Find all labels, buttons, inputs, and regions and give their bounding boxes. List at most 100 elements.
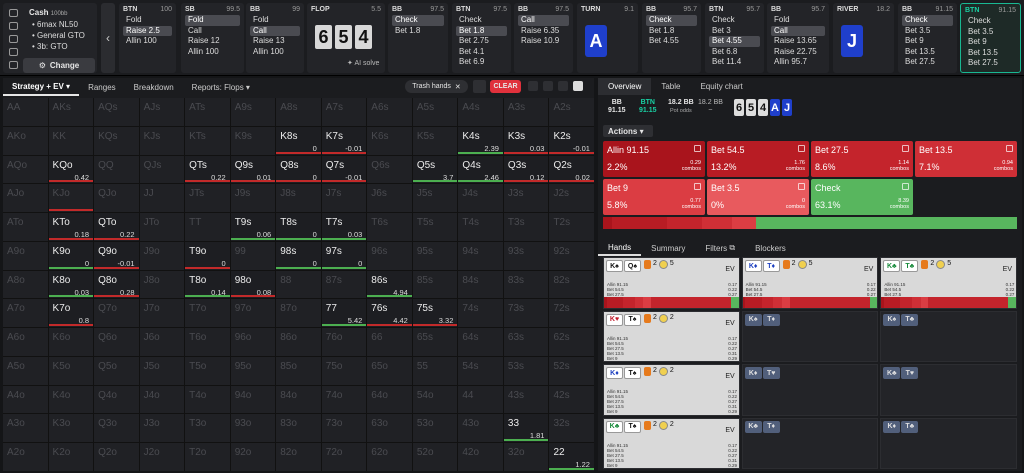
- action-option[interactable]: Bet 11.4: [709, 57, 760, 68]
- back-button[interactable]: ‹: [101, 3, 115, 73]
- hand-cell[interactable]: A3s: [503, 98, 549, 126]
- tab-overview[interactable]: Overview: [598, 78, 652, 95]
- info-icon[interactable]: [798, 145, 805, 152]
- hand-cell[interactable]: ATo: [3, 213, 48, 241]
- action-option[interactable]: Raise 6.35: [518, 26, 569, 37]
- hand-cell[interactable]: Q3o: [94, 414, 139, 443]
- hand-cell[interactable]: J7s: [321, 184, 367, 213]
- hand-cell[interactable]: T3s: [503, 213, 549, 241]
- hand-cell[interactable]: 77 5.42: [321, 299, 367, 328]
- action-option[interactable]: Allin 100: [185, 47, 240, 58]
- action-option[interactable]: Bet 3.5: [965, 27, 1016, 38]
- action-option[interactable]: Check: [646, 15, 697, 26]
- hand-cell[interactable]: 95s: [412, 241, 458, 270]
- tab-filters[interactable]: Filters ⧉: [695, 240, 745, 256]
- action-option[interactable]: Raise 12: [185, 36, 240, 47]
- hand-cell[interactable]: 52o: [412, 443, 458, 471]
- action-option[interactable]: Raise 2.5: [123, 25, 172, 36]
- action-card[interactable]: Bet 13.5 7.1% 0.94 combos: [915, 141, 1017, 177]
- hand-cell[interactable]: KTs: [185, 126, 230, 155]
- hand-cell[interactable]: T7o: [185, 299, 230, 328]
- hand-cell[interactable]: T8o 0.14: [185, 270, 230, 299]
- tab-strategy-ev[interactable]: Strategy + EV ▾: [3, 78, 80, 96]
- save-icon[interactable]: [9, 35, 18, 43]
- action-option[interactable]: Allin 100: [123, 36, 172, 47]
- action-option[interactable]: Bet 13.5: [902, 47, 953, 58]
- hand-cell[interactable]: J8o: [139, 270, 185, 299]
- info-icon[interactable]: [902, 183, 909, 190]
- text-icon[interactable]: [9, 61, 18, 69]
- actions-dropdown[interactable]: Actions ▾: [603, 125, 653, 137]
- hand-cell[interactable]: QJs: [139, 155, 185, 184]
- hand-cell[interactable]: 52s: [549, 356, 594, 385]
- hand-cell[interactable]: 54o: [412, 385, 458, 414]
- info-icon[interactable]: [798, 183, 805, 190]
- hand-cell[interactable]: T4o: [185, 385, 230, 414]
- hand-cell[interactable]: 92s: [549, 241, 594, 270]
- hand-cell[interactable]: T9o 0: [185, 241, 230, 270]
- hand-cell[interactable]: J9o: [139, 241, 185, 270]
- hand-cell[interactable]: KJo: [48, 184, 94, 213]
- action-option[interactable]: Bet 3: [709, 26, 760, 37]
- action-option[interactable]: Bet 1.8: [456, 25, 507, 36]
- hand-cell[interactable]: 92o: [230, 443, 276, 471]
- hand-cell[interactable]: K9s: [230, 126, 276, 155]
- action-option[interactable]: Bet 3.5: [902, 26, 953, 37]
- hand-combo-card[interactable]: K♣ T♦: [741, 417, 879, 469]
- hand-cell[interactable]: J3o: [139, 414, 185, 443]
- hand-cell[interactable]: KQo 0.42: [48, 155, 94, 184]
- hand-cell[interactable]: Q8o 0.28: [94, 270, 139, 299]
- hand-cell[interactable]: QQ: [94, 155, 139, 184]
- hand-combo-card[interactable]: K♦ T♣: [880, 417, 1017, 469]
- hand-cell[interactable]: Q7o: [94, 299, 139, 328]
- action-option[interactable]: Bet 2.75: [456, 36, 507, 47]
- hand-cell[interactable]: AQo: [3, 155, 48, 184]
- action-option[interactable]: Raise 13.65: [771, 36, 825, 47]
- hand-cell[interactable]: Q9o -0.01: [94, 241, 139, 270]
- hand-combo-card[interactable]: K♠ T♦: [741, 310, 879, 362]
- hand-cell[interactable]: 93o: [230, 414, 276, 443]
- tab-breakdown[interactable]: Breakdown: [125, 78, 183, 96]
- hand-cell[interactable]: 74s: [458, 299, 503, 328]
- hand-cell[interactable]: A6o: [3, 328, 48, 356]
- hand-cell[interactable]: 62o: [367, 443, 412, 471]
- hand-cell[interactable]: KJs: [139, 126, 185, 155]
- refresh-icon[interactable]: [9, 22, 18, 30]
- hand-cell[interactable]: QTs 0.22: [185, 155, 230, 184]
- hand-cell[interactable]: K7s -0.01: [321, 126, 367, 155]
- hand-cell[interactable]: T7s 0.03: [321, 213, 367, 241]
- hand-cell[interactable]: 55: [412, 356, 458, 385]
- copy-icon[interactable]: [473, 80, 486, 93]
- hand-cell[interactable]: 53o: [412, 414, 458, 443]
- hand-cell[interactable]: 42o: [458, 443, 503, 471]
- hand-cell[interactable]: 99: [230, 241, 276, 270]
- tab-summary[interactable]: Summary: [641, 240, 695, 256]
- action-option[interactable]: Bet 4.55: [646, 36, 697, 47]
- hand-cell[interactable]: 65s: [412, 328, 458, 356]
- hand-cell[interactable]: K3s 0.03: [503, 126, 549, 155]
- hand-cell[interactable]: A9s: [230, 98, 276, 126]
- hand-combo-card[interactable]: K♥ T♠ 2 2 EV Allin 91.15 0.17 Bet 54.5 0.22 Bet 2…: [603, 310, 740, 362]
- hand-cell[interactable]: 43s: [503, 385, 549, 414]
- action-card[interactable]: Bet 27.5 8.6% 1.14 combos: [811, 141, 913, 177]
- hand-cell[interactable]: 32o: [503, 443, 549, 471]
- action-option[interactable]: Raise 22.75: [771, 47, 825, 58]
- hand-cell[interactable]: 43o: [458, 414, 503, 443]
- action-option[interactable]: Bet 27.5: [902, 57, 953, 68]
- hand-cell[interactable]: Q3s 0.12: [503, 155, 549, 184]
- hand-cell[interactable]: J6o: [139, 328, 185, 356]
- hand-cell[interactable]: Q2s 0.02: [549, 155, 594, 184]
- hand-cell[interactable]: 85s: [412, 270, 458, 299]
- hand-cell[interactable]: Q5s 3.7: [412, 155, 458, 184]
- hand-cell[interactable]: 84o: [276, 385, 321, 414]
- hand-cell[interactable]: 88: [276, 270, 321, 299]
- gamepad-icon[interactable]: [9, 48, 18, 56]
- hand-cell[interactable]: Q7s -0.01: [321, 155, 367, 184]
- hand-cell[interactable]: T6o: [185, 328, 230, 356]
- info-icon[interactable]: [694, 183, 701, 190]
- hand-cell[interactable]: J5s: [412, 184, 458, 213]
- hand-cell[interactable]: AKo: [3, 126, 48, 155]
- grid-icon[interactable]: [9, 9, 18, 17]
- hand-cell[interactable]: K4s 2.39: [458, 126, 503, 155]
- hand-cell[interactable]: QJo: [94, 184, 139, 213]
